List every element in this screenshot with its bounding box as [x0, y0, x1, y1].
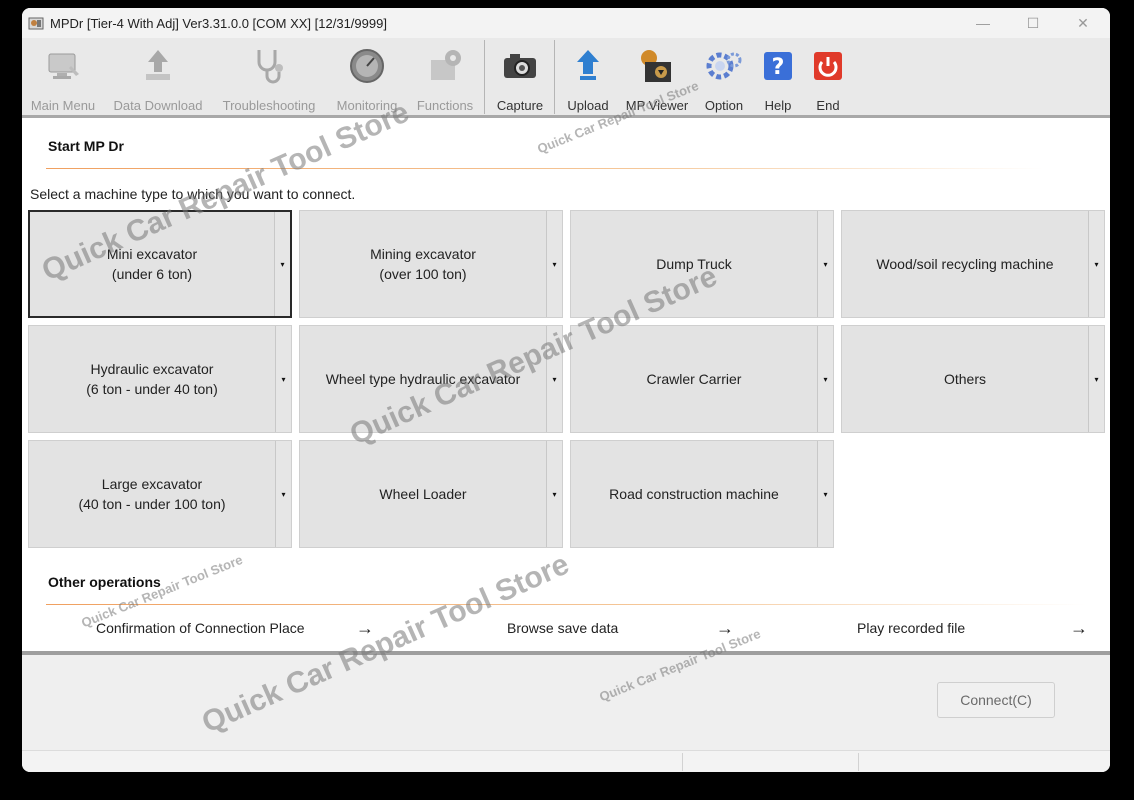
machine-label: Wheel Loader [379, 486, 467, 502]
option-button[interactable]: Option [700, 38, 748, 116]
upload-icon [577, 50, 599, 80]
machine-crawler-carrier[interactable]: Crawler Carrier ▾ [570, 325, 834, 433]
gear-icon [706, 52, 742, 80]
close-button[interactable]: ✕ [1058, 8, 1108, 38]
stethoscope-icon [257, 50, 283, 84]
app-logo-icon [28, 17, 44, 30]
end-label: End [816, 98, 840, 113]
functions-icon [431, 50, 461, 80]
maximize-button[interactable]: ☐ [1008, 8, 1058, 38]
upload-button[interactable]: Upload [560, 38, 616, 116]
capture-label: Capture [496, 98, 544, 113]
section-divider [46, 604, 1086, 605]
dropdown-arrow-icon[interactable]: ▾ [1088, 211, 1104, 317]
confirmation-of-connection-place-link[interactable]: Confirmation of Connection Place [96, 616, 305, 640]
monitoring-label: Monitoring [336, 98, 398, 113]
functions-label: Functions [416, 98, 474, 113]
play-recorded-file-link[interactable]: Play recorded file [857, 616, 965, 640]
toolbar-separator [554, 40, 555, 114]
troubleshooting-button[interactable]: Troubleshooting [220, 38, 318, 116]
download-icon [146, 50, 170, 80]
instruction-text: Select a machine type to which you want … [30, 186, 356, 202]
machine-wheel-loader[interactable]: Wheel Loader ▾ [299, 440, 563, 548]
camera-icon [504, 54, 536, 78]
capture-button[interactable]: Capture [490, 38, 550, 116]
main-panel: Start MP Dr Select a machine type to whi… [22, 118, 1110, 658]
mp-viewer-label: MP Viewer [625, 98, 689, 113]
window-title: MPDr [Tier-4 With Adj] Ver3.31.0.0 [COM … [50, 15, 387, 31]
machine-label: Dump Truck [656, 256, 732, 272]
section-title-start: Start MP Dr [48, 138, 124, 154]
section-title-other-operations: Other operations [48, 574, 161, 590]
machine-hydraulic-excavator[interactable]: Hydraulic excavator (6 ton - under 40 to… [28, 325, 292, 433]
mp-viewer-icon [641, 50, 671, 82]
machine-wheel-hydraulic-excavator[interactable]: Wheel type hydraulic excavator ▾ [299, 325, 563, 433]
browse-save-data-link[interactable]: Browse save data [507, 616, 618, 640]
dropdown-arrow-icon[interactable]: ▾ [275, 326, 291, 432]
minimize-button[interactable]: — [958, 8, 1008, 38]
machine-others[interactable]: Others ▾ [841, 325, 1105, 433]
option-label: Option [704, 98, 744, 113]
machine-dump-truck[interactable]: Dump Truck ▾ [570, 210, 834, 318]
title-bar: MPDr [Tier-4 With Adj] Ver3.31.0.0 [COM … [22, 8, 1110, 38]
dropdown-arrow-icon[interactable]: ▾ [274, 212, 290, 316]
machine-road-construction[interactable]: Road construction machine ▾ [570, 440, 834, 548]
machine-label: Large excavator (40 ton - under 100 ton) [78, 476, 226, 512]
footer-panel: Connect(C) [22, 655, 1110, 750]
end-button[interactable]: End [808, 38, 848, 116]
machine-mining-excavator[interactable]: Mining excavator (over 100 ton) ▾ [299, 210, 563, 318]
machine-label: Road construction machine [609, 486, 779, 502]
toolbar-separator [484, 40, 485, 114]
upload-label: Upload [567, 98, 609, 113]
status-bar [22, 750, 1110, 772]
mp-viewer-button[interactable]: MP Viewer [622, 38, 692, 116]
power-icon [814, 52, 842, 80]
machine-label: Crawler Carrier [646, 371, 742, 387]
dropdown-arrow-icon[interactable]: ▾ [1088, 326, 1104, 432]
help-button[interactable]: ? Help [756, 38, 800, 116]
machine-mini-excavator[interactable]: Mini excavator (under 6 ton) ▾ [28, 210, 292, 318]
machine-label: Mini excavator (under 6 ton) [106, 246, 198, 282]
troubleshooting-label: Troubleshooting [222, 98, 316, 113]
machine-label: Wheel type hydraulic excavator [325, 371, 521, 387]
svg-text:?: ? [772, 55, 785, 80]
arrow-right-icon[interactable]: → [716, 616, 734, 640]
status-bar-divider [858, 753, 859, 771]
connect-button[interactable]: Connect(C) [937, 682, 1055, 718]
dropdown-arrow-icon[interactable]: ▾ [546, 211, 562, 317]
arrow-right-icon[interactable]: → [356, 616, 374, 640]
dropdown-arrow-icon[interactable]: ▾ [546, 441, 562, 547]
machine-label: Wood/soil recycling machine [876, 256, 1054, 272]
machine-label: Others [943, 371, 986, 387]
section-divider [46, 168, 1044, 169]
machine-large-excavator[interactable]: Large excavator (40 ton - under 100 ton)… [28, 440, 292, 548]
dropdown-arrow-icon[interactable]: ▾ [546, 326, 562, 432]
toolbar: Main Menu Data Download Troubleshooting [22, 38, 1110, 118]
dropdown-arrow-icon[interactable]: ▾ [817, 326, 833, 432]
functions-button[interactable]: Functions [412, 38, 478, 116]
dropdown-arrow-icon[interactable]: ▾ [817, 211, 833, 317]
dropdown-arrow-icon[interactable]: ▾ [275, 441, 291, 547]
monitoring-button[interactable]: Monitoring [332, 38, 402, 116]
dropdown-arrow-icon[interactable]: ▾ [817, 441, 833, 547]
help-label: Help [764, 98, 792, 113]
status-bar-divider [682, 753, 683, 771]
main-menu-button[interactable]: Main Menu [28, 38, 98, 116]
gauge-icon [350, 49, 384, 83]
computer-icon [48, 53, 79, 79]
data-download-button[interactable]: Data Download [112, 38, 204, 116]
arrow-right-icon[interactable]: → [1070, 616, 1088, 640]
machine-label: Mining excavator (over 100 ton) [370, 246, 476, 282]
machine-label: Hydraulic excavator (6 ton - under 40 to… [86, 361, 218, 397]
machine-wood-soil-recycling[interactable]: Wood/soil recycling machine ▾ [841, 210, 1105, 318]
help-icon: ? [764, 52, 792, 80]
app-window: MPDr [Tier-4 With Adj] Ver3.31.0.0 [COM … [22, 8, 1110, 772]
main-menu-label: Main Menu [30, 98, 96, 113]
data-download-label: Data Download [113, 98, 203, 113]
